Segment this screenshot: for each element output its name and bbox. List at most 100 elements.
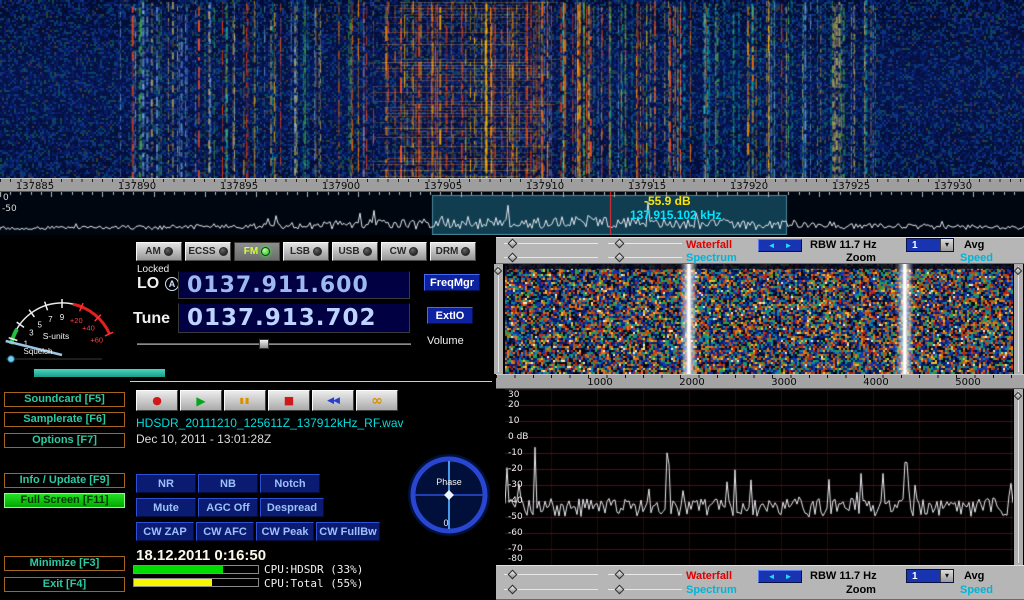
freq-tick-label: 137915 — [628, 181, 666, 192]
slider-handle[interactable] — [615, 239, 625, 249]
shift-left-button[interactable]: ◄ — [768, 573, 776, 581]
soundcard-button[interactable]: Soundcard [F5] — [4, 392, 125, 407]
zoom-slider[interactable] — [608, 253, 682, 263]
slider-handle[interactable] — [615, 570, 625, 580]
slider-handle[interactable] — [508, 253, 518, 263]
cw-zap-button[interactable]: CW ZAP — [136, 522, 194, 541]
cursor-frequency-readout: 137.915.102 kHz — [630, 208, 721, 222]
loop-button[interactable]: ∞ — [356, 390, 398, 411]
zoom-frequency-scale[interactable]: 1000 2000 3000 4000 5000 — [496, 374, 1024, 389]
slider-handle[interactable] — [508, 585, 518, 595]
shift-right-button[interactable]: ► — [785, 242, 793, 250]
s-meter-tick-label: +60 — [90, 336, 103, 345]
lo-label: LO — [137, 275, 159, 293]
separator — [130, 381, 492, 382]
slider-track — [504, 589, 598, 590]
lo-frequency-display[interactable]: 0137.911.600 — [178, 271, 410, 299]
spectrum-upper-slider[interactable] — [504, 585, 598, 595]
nr-button[interactable]: NR — [136, 474, 196, 493]
mode-button-ecss[interactable]: ECSS — [185, 242, 231, 261]
spectrum-upper-slider[interactable] — [504, 253, 598, 263]
exit-button[interactable]: Exit [F4] — [4, 577, 125, 592]
options-button[interactable]: Options [F7] — [4, 433, 125, 448]
mode-led-icon — [409, 247, 418, 256]
s-meter[interactable]: 1 3 5 7 9 +20 +40 +60 S-units Squelch — [2, 253, 126, 365]
despread-button[interactable]: Despread — [260, 498, 324, 517]
slider-handle[interactable] — [508, 239, 518, 249]
slider-handle[interactable] — [1014, 267, 1022, 275]
mode-button-drm[interactable]: DRM — [430, 242, 476, 261]
speed-label[interactable]: Speed — [960, 252, 993, 264]
slider-handle[interactable] — [1014, 392, 1022, 400]
pause-button[interactable]: ▮▮ — [224, 390, 266, 411]
waterfall-lower-slider[interactable] — [608, 239, 682, 249]
waterfall-lower-slider[interactable] — [608, 570, 682, 580]
cw-peak-button[interactable]: CW Peak — [256, 522, 314, 541]
waterfall-label[interactable]: Waterfall — [686, 239, 732, 251]
zoom-slider[interactable] — [608, 585, 682, 595]
zoom-waterfall-display[interactable] — [505, 264, 1013, 374]
freqmgr-button[interactable]: FreqMgr — [424, 274, 480, 291]
avg-label: Avg — [964, 570, 984, 582]
mode-button-fm[interactable]: FM — [234, 242, 280, 261]
slider-handle[interactable] — [615, 585, 625, 595]
shift-left-button[interactable]: ◄ — [768, 242, 776, 250]
info-update-button[interactable]: Info / Update [F9] — [4, 473, 125, 488]
slider-handle[interactable] — [508, 570, 518, 580]
recording-filename: HDSDR_20111210_125611Z_137912kHz_RF.wav — [136, 416, 404, 430]
combo-arrow-icon[interactable]: ▾ — [940, 570, 953, 582]
combo-arrow-icon[interactable]: ▾ — [940, 239, 953, 251]
nb-button[interactable]: NB — [198, 474, 258, 493]
cw-fullbw-button[interactable]: CW FullBw — [316, 522, 380, 541]
play-button[interactable]: ▶ — [180, 390, 222, 411]
shift-right-button[interactable]: ► — [785, 573, 793, 581]
zoom-spectrum-display[interactable] — [505, 389, 1013, 565]
cw-afc-button[interactable]: CW AFC — [196, 522, 254, 541]
slider-track — [504, 243, 598, 244]
minimize-button[interactable]: Minimize [F3] — [4, 556, 125, 571]
mute-button[interactable]: Mute — [136, 498, 196, 517]
main-waterfall-display[interactable] — [0, 0, 1024, 178]
slider-handle[interactable] — [259, 339, 269, 349]
volume-slider[interactable] — [137, 339, 411, 349]
spectrum-label[interactable]: Spectrum — [686, 252, 737, 264]
samplerate-button[interactable]: Samplerate [F6] — [4, 412, 125, 427]
db-tick-label: -70 — [508, 544, 523, 554]
notch-button[interactable]: Notch — [260, 474, 320, 493]
mode-button-cw[interactable]: CW — [381, 242, 427, 261]
mode-button-am[interactable]: AM — [136, 242, 182, 261]
speed-label[interactable]: Speed — [960, 584, 993, 596]
tune-frequency-display[interactable]: 0137.913.702 — [178, 303, 410, 333]
spectrum-right-slider[interactable] — [1014, 389, 1023, 565]
main-spectrum-display[interactable]: 0 -50 -55.9 dB 137.915.102 kHz — [0, 192, 1024, 235]
waterfall-label[interactable]: Waterfall — [686, 570, 732, 582]
waterfall-left-slider[interactable] — [494, 264, 503, 374]
avg-select[interactable]: 1 ▾ — [906, 238, 954, 252]
zoom-label: Zoom — [846, 252, 876, 264]
slider-handle[interactable] — [494, 267, 502, 275]
mode-button-lsb[interactable]: LSB — [283, 242, 329, 261]
stop-button[interactable]: ■ — [268, 390, 310, 411]
slider-track — [504, 257, 598, 258]
zoom-tick-label: 5000 — [955, 377, 980, 388]
waterfall-upper-slider[interactable] — [504, 570, 598, 580]
waterfall-right-slider[interactable] — [1014, 264, 1023, 374]
spectrum-label[interactable]: Spectrum — [686, 584, 737, 596]
main-spectrum-canvas[interactable] — [0, 192, 1024, 235]
extio-button[interactable]: ExtIO — [427, 307, 473, 324]
squelch-slider-handle[interactable] — [8, 356, 15, 363]
mode-button-usb[interactable]: USB — [332, 242, 378, 261]
loop-icon: ∞ — [371, 393, 383, 409]
lock-badge-icon[interactable]: A — [165, 277, 179, 291]
avg-select[interactable]: 1 ▾ — [906, 569, 954, 583]
fullscreen-button[interactable]: Full Screen [F11] — [4, 493, 125, 508]
record-button[interactable]: ● — [136, 390, 178, 411]
agc-off-button[interactable]: AGC Off — [198, 498, 258, 517]
slider-handle[interactable] — [615, 253, 625, 263]
rewind-button[interactable]: ◀◀ — [312, 390, 354, 411]
freq-tick-label: 137925 — [832, 181, 870, 192]
rbw-label: RBW 11.7 Hz — [810, 239, 877, 251]
zoom-tick-label: 4000 — [863, 377, 888, 388]
waterfall-upper-slider[interactable] — [504, 239, 598, 249]
main-frequency-scale[interactable]: 137885 137890 137895 137900 137905 13791… — [0, 178, 1024, 192]
